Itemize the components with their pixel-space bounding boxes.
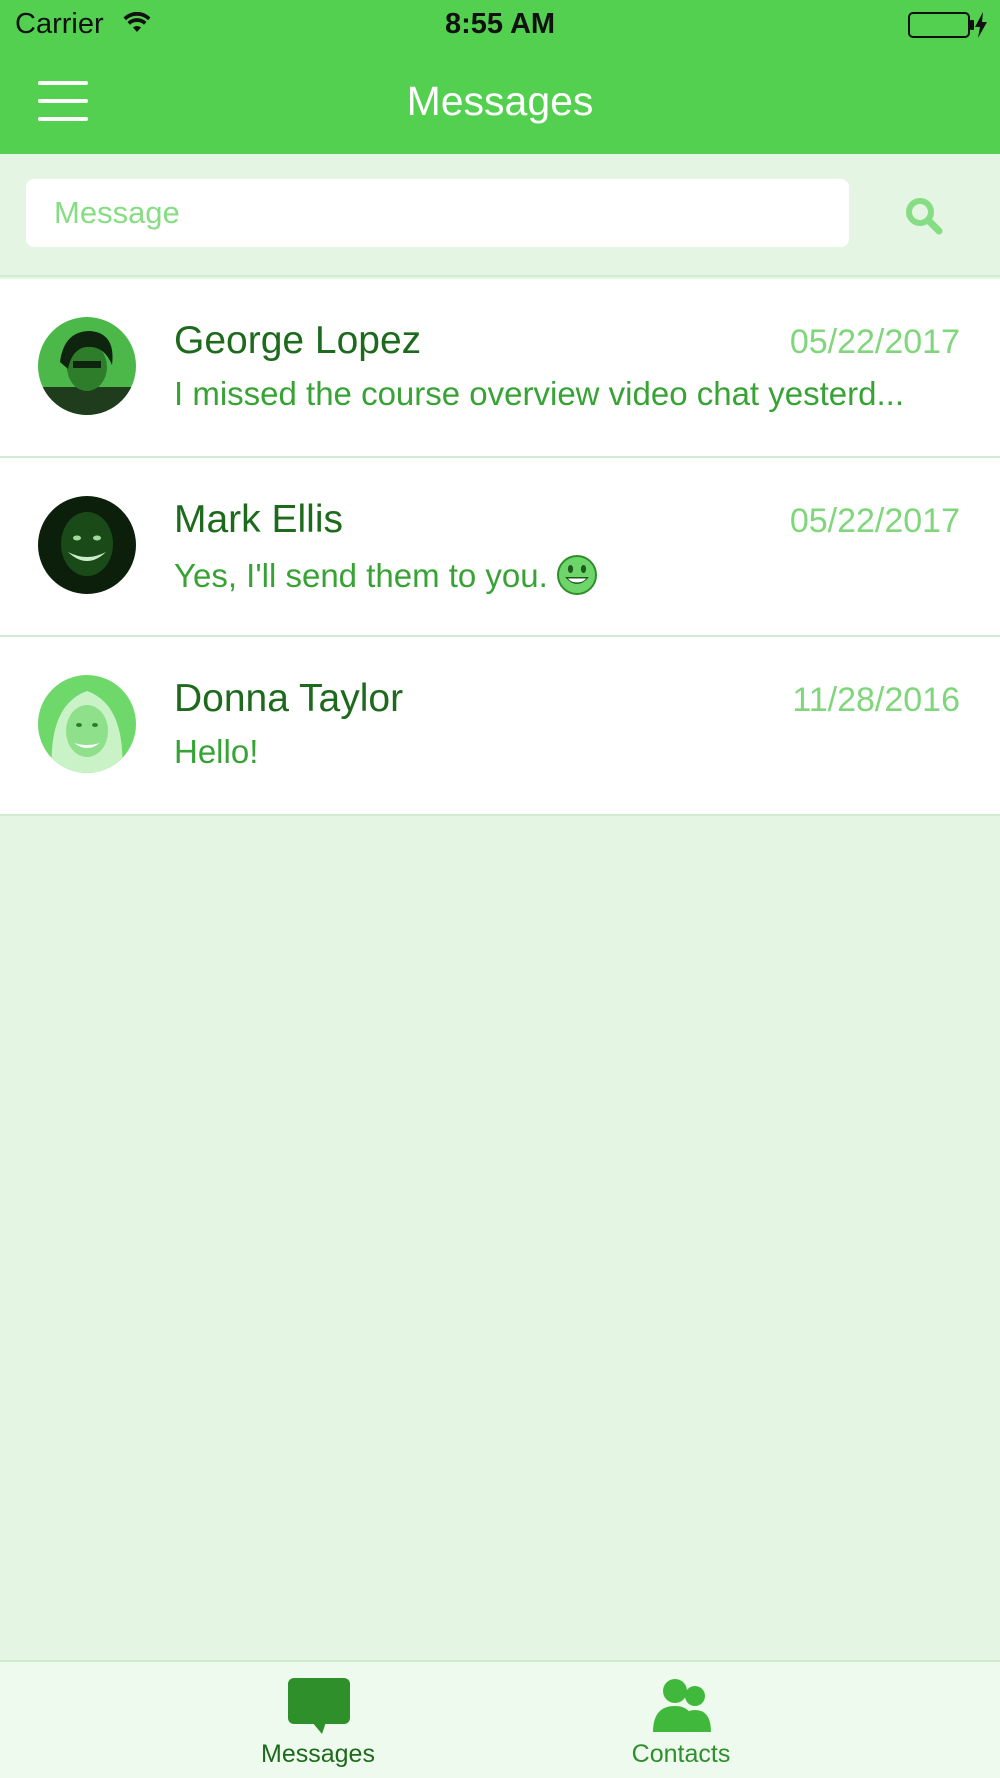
status-bar: Carrier 8:55 AM — [0, 0, 1000, 50]
page-title: Messages — [406, 78, 594, 124]
tab-label: Messages — [261, 1740, 375, 1768]
message-preview-text: Yes, I'll send them to you. — [174, 557, 548, 594]
message-date: 05/22/2017 — [789, 323, 960, 361]
avatar — [38, 317, 136, 415]
conversation-item[interactable]: Mark Ellis 05/22/2017 Yes, I'll send the… — [0, 458, 1000, 637]
search-icon[interactable] — [904, 196, 944, 236]
status-time: 8:55 AM — [444, 8, 556, 40]
chat-bubble-icon — [288, 1678, 350, 1734]
conversation-list: George Lopez 05/22/2017 I missed the cou… — [0, 279, 1000, 816]
search-input[interactable] — [26, 179, 849, 247]
search-area — [0, 154, 1000, 277]
charging-bolt-icon — [975, 12, 987, 38]
message-date: 05/22/2017 — [789, 502, 960, 540]
avatar — [38, 675, 136, 773]
tab-messages[interactable]: Messages — [168, 1662, 468, 1778]
avatar — [38, 496, 136, 594]
message-preview: I missed the course overview video chat … — [174, 375, 904, 412]
navigation-bar: Messages — [0, 50, 1000, 154]
conversation-item[interactable]: Donna Taylor 11/28/2016 Hello! — [0, 637, 1000, 816]
tab-label: Contacts — [631, 1740, 731, 1768]
battery-icon — [908, 12, 974, 38]
contact-name: Mark Ellis — [174, 498, 344, 541]
smiley-emoji-icon — [556, 555, 597, 595]
message-preview: Hello! — [174, 733, 259, 770]
app-header: Carrier 8:55 AM Messages — [0, 0, 1000, 154]
contact-name: Donna Taylor — [174, 677, 404, 720]
contact-name: George Lopez — [174, 319, 422, 362]
contacts-icon — [653, 1679, 711, 1732]
tab-bar: Messages Contacts — [0, 1660, 1000, 1778]
message-preview: Yes, I'll send them to you. — [174, 554, 964, 596]
conversation-item[interactable]: George Lopez 05/22/2017 I missed the cou… — [0, 279, 1000, 458]
tab-contacts[interactable]: Contacts — [531, 1662, 831, 1778]
message-date: 11/28/2016 — [792, 681, 960, 719]
